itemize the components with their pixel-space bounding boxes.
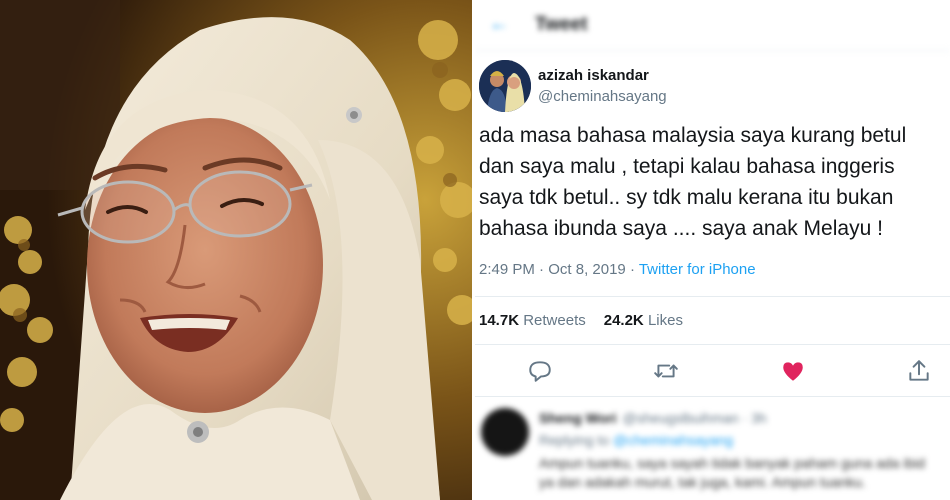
tweet-time[interactable]: 2:49 PM	[479, 261, 535, 278]
tweet-stats: 14.7K Retweets 24.2K Likes	[479, 312, 683, 329]
tweet-meta: 2:49 PM · Oct 8, 2019 · Twitter for iPho…	[479, 261, 756, 278]
reply-avatar[interactable]	[481, 408, 529, 456]
heart-icon[interactable]	[780, 358, 806, 384]
reply-handle: @sheugslbuihman · 3h	[622, 410, 767, 426]
tweet-source-link[interactable]: Twitter for iPhone	[639, 261, 756, 278]
retweets-label: Retweets	[523, 312, 586, 329]
share-icon[interactable]	[906, 358, 932, 384]
reply-icon[interactable]	[527, 358, 553, 384]
likes-stat[interactable]: 24.2K Likes	[604, 312, 683, 329]
divider-line	[475, 296, 950, 297]
replying-to: Replying to @cheminahsayang	[539, 432, 733, 448]
retweets-count: 14.7K	[479, 312, 520, 329]
reply-name[interactable]: Sheng Wori	[539, 410, 617, 426]
meta-separator: ·	[534, 261, 549, 278]
divider-line	[475, 396, 950, 397]
arrow-left-icon[interactable]: ←	[489, 13, 509, 36]
replying-to-handle[interactable]: @cheminahsayang	[613, 432, 733, 448]
tweet-date[interactable]: Oct 8, 2019	[548, 261, 626, 278]
replying-prefix: Replying to	[539, 432, 610, 448]
tweet-screenshot: ← Tweet azizah iskandar @cheminahsayang …	[475, 0, 950, 500]
portrait-illustration	[0, 0, 472, 500]
retweets-stat[interactable]: 14.7K Retweets	[479, 312, 586, 329]
user-handle[interactable]: @cheminahsayang	[538, 88, 667, 105]
retweet-icon[interactable]	[653, 358, 679, 384]
avatar-image	[479, 60, 531, 112]
header-title: Tweet	[535, 14, 588, 35]
tweet-text: ada masa bahasa malaysia saya kurang bet…	[479, 124, 907, 240]
avatar[interactable]	[479, 60, 531, 112]
display-name[interactable]: azizah iskandar	[538, 67, 649, 84]
reply-text: Ampun tuanku, saya sayah tidak banyak pa…	[539, 455, 926, 490]
meta-separator-2: ·	[625, 261, 639, 278]
tweet-header-bar: ← Tweet	[475, 0, 950, 51]
divider-line	[475, 344, 950, 345]
reply-tweet[interactable]: Sheng Wori @sheugslbuihman · 3h Replying …	[475, 406, 950, 500]
reply-author: Sheng Wori @sheugslbuihman · 3h	[539, 410, 767, 426]
likes-count: 24.2K	[603, 312, 644, 329]
portrait-photo	[0, 0, 472, 500]
likes-label: Likes	[647, 312, 683, 329]
